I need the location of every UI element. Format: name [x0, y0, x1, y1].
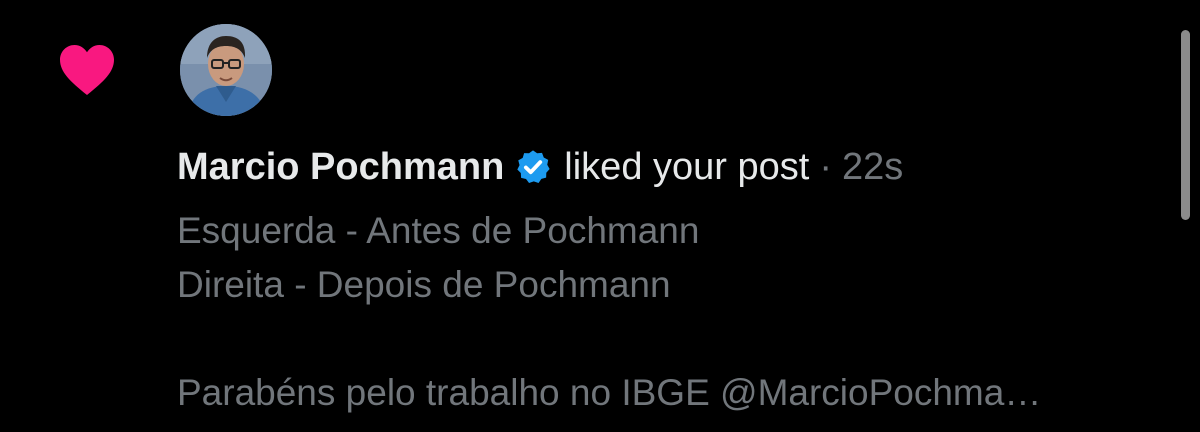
like-notification[interactable]: Marcio Pochmann liked your post · 22s Es… [0, 0, 1200, 432]
avatar-photo [180, 24, 272, 116]
post-preview-line-1: Esquerda - Antes de Pochmann [177, 210, 700, 251]
notification-header: Marcio Pochmann liked your post · 22s [177, 142, 903, 192]
avatar[interactable] [180, 24, 272, 116]
timestamp: 22s [841, 146, 904, 188]
post-preview-blank-line [177, 312, 1177, 366]
action-text: liked your post [564, 146, 810, 188]
verified-badge-icon [517, 150, 550, 183]
post-preview-line-3: Parabéns pelo trabalho no IBGE @MarcioPo… [177, 372, 1042, 413]
scrollbar[interactable] [1181, 30, 1190, 220]
post-preview-line-2: Direita - Depois de Pochmann [177, 264, 671, 305]
user-name[interactable]: Marcio Pochmann [177, 142, 504, 192]
post-preview[interactable]: Esquerda - Antes de Pochmann Direita - D… [177, 204, 1177, 420]
heart-icon [60, 44, 114, 96]
separator-dot: · [819, 146, 832, 188]
